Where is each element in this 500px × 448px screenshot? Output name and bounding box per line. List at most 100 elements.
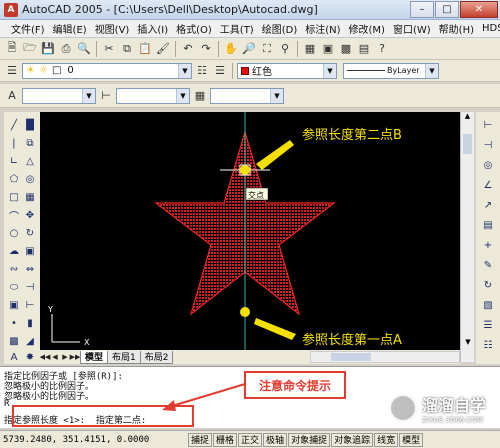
copy-icon[interactable]: ⧉	[119, 41, 135, 57]
menu-help[interactable]: 帮助(H)	[435, 21, 478, 36]
zoom-previous-icon[interactable]: ⚲	[277, 41, 293, 57]
close-button[interactable]: ✕	[460, 1, 498, 18]
rotate-icon[interactable]: ↻	[23, 226, 37, 240]
dim-style-dropdown[interactable]: ▼	[116, 87, 190, 104]
lineweight-toggle[interactable]: 线宽	[374, 432, 399, 447]
linetype-dropdown[interactable]: ByLayer ▼	[343, 62, 439, 79]
first-tab-icon[interactable]: ◀◀	[40, 351, 51, 363]
extend-icon[interactable]: ⊢	[23, 298, 37, 312]
match-properties-icon[interactable]: 🖌	[155, 41, 171, 57]
break-icon[interactable]: ▮	[23, 316, 37, 330]
dim-style-icon[interactable]: ⊢	[98, 88, 114, 104]
chevron-down-icon[interactable]: ▼	[178, 63, 191, 78]
print-preview-icon[interactable]: 🔍	[76, 41, 92, 57]
zoom-window-icon[interactable]: ⛶	[259, 41, 275, 57]
menu-view[interactable]: 视图(V)	[91, 21, 134, 36]
redo-icon[interactable]: ↷	[198, 41, 214, 57]
circle-icon[interactable]: ○	[7, 226, 21, 240]
zoom-realtime-icon[interactable]: 🔎	[241, 41, 257, 57]
menu-edit[interactable]: 编辑(E)	[49, 21, 91, 36]
center-mark-icon[interactable]: +	[481, 238, 495, 252]
snap-toggle[interactable]: 捕捉	[188, 432, 213, 447]
tab-model[interactable]: 模型	[80, 350, 109, 364]
new-file-icon[interactable]: 🗎	[4, 41, 20, 57]
paste-icon[interactable]: 📋	[137, 41, 153, 57]
reference-point-a[interactable]	[240, 307, 250, 317]
menu-draw[interactable]: 绘图(D)	[258, 21, 302, 36]
dim-radius-icon[interactable]: ◎	[481, 158, 495, 172]
menu-file[interactable]: 文件(F)	[7, 21, 49, 36]
layer-previous-icon[interactable]: ☰	[212, 63, 228, 79]
baseline-dim-icon[interactable]: ☰	[481, 318, 495, 332]
quick-dim-icon[interactable]: ▧	[481, 298, 495, 312]
chevron-down-icon[interactable]: ▼	[82, 88, 95, 103]
menu-tools[interactable]: 工具(T)	[216, 21, 258, 36]
layer-dropdown[interactable]: ☀ ☼ □ 0 ▼	[22, 62, 192, 79]
scroll-thumb[interactable]	[463, 134, 472, 154]
otrack-toggle[interactable]: 对象追踪	[331, 432, 374, 447]
chevron-down-icon[interactable]: ▼	[176, 88, 189, 103]
explode-icon[interactable]: ✸	[23, 350, 37, 364]
menu-dimension[interactable]: 标注(N)	[301, 21, 344, 36]
mirror-icon[interactable]: △	[23, 154, 37, 168]
dim-angular-icon[interactable]: ∠	[481, 178, 495, 192]
chevron-down-icon[interactable]: ▼	[425, 63, 438, 78]
menu-window[interactable]: 窗口(W)	[389, 21, 435, 36]
autocad-app-icon[interactable]: A	[4, 2, 18, 17]
reference-point-b[interactable]	[240, 165, 250, 175]
chamfer-icon[interactable]: ◢	[23, 334, 37, 348]
help-icon[interactable]: ?	[374, 41, 390, 57]
tab-layout1[interactable]: 布局1	[107, 350, 141, 364]
tolerance-icon[interactable]: ▤	[481, 218, 495, 232]
undo-icon[interactable]: ↶	[180, 41, 196, 57]
dim-aligned-icon[interactable]: ⊣	[481, 138, 495, 152]
dim-linear-icon[interactable]: ⊢	[481, 118, 495, 132]
ortho-toggle[interactable]: 正交	[238, 432, 263, 447]
tool-palettes-icon[interactable]: ▩	[338, 41, 354, 57]
revision-cloud-icon[interactable]: ☁	[7, 244, 21, 258]
tab-layout2[interactable]: 布局2	[139, 350, 174, 364]
print-icon[interactable]: ⎙	[58, 41, 74, 57]
leader-icon[interactable]: ↗	[481, 198, 495, 212]
table-style-dropdown[interactable]: ▼	[210, 87, 284, 104]
properties-icon[interactable]: ▦	[302, 41, 318, 57]
table-style-icon[interactable]: ▦	[192, 88, 208, 104]
dim-update-icon[interactable]: ↻	[481, 278, 495, 292]
trim-icon[interactable]: ⊣	[23, 280, 37, 294]
dim-edit-icon[interactable]: ✎	[481, 258, 495, 272]
pan-icon[interactable]: ✋	[223, 41, 239, 57]
make-object-layer-current-icon[interactable]: ☷	[194, 63, 210, 79]
scroll-thumb[interactable]	[331, 353, 371, 361]
menu-modify[interactable]: 修改(M)	[345, 21, 389, 36]
offset-icon[interactable]: ◎	[23, 172, 37, 186]
ellipse-icon[interactable]: ⬭	[7, 280, 21, 294]
maximize-button[interactable]: □	[435, 1, 459, 18]
line-icon[interactable]: ╱	[7, 118, 21, 132]
polyline-icon[interactable]: ∟	[7, 154, 21, 168]
point-icon[interactable]: •	[7, 316, 21, 330]
construction-line-icon[interactable]: ❘	[7, 136, 21, 150]
text-style-dropdown[interactable]: ▼	[22, 87, 96, 104]
color-dropdown[interactable]: 红色 ▼	[237, 62, 337, 79]
calculator-icon[interactable]: ▤	[356, 41, 372, 57]
chevron-down-icon[interactable]: ▼	[323, 63, 336, 78]
continue-dim-icon[interactable]: ☷	[481, 338, 495, 352]
model-toggle[interactable]: 模型	[399, 432, 424, 447]
open-file-icon[interactable]: 🗁	[22, 41, 38, 57]
layer-manager-icon[interactable]: ☰	[4, 63, 20, 79]
prev-tab-icon[interactable]: ◀	[50, 351, 60, 363]
hatch-icon[interactable]: ▩	[7, 334, 21, 348]
osnap-toggle[interactable]: 对象捕捉	[288, 432, 331, 447]
stretch-icon[interactable]: ⇔	[23, 262, 37, 276]
menu-format[interactable]: 格式(O)	[172, 21, 216, 36]
vertical-scrollbar[interactable]: ▲ ▼	[460, 112, 474, 362]
polar-toggle[interactable]: 极轴	[263, 432, 288, 447]
menu-hdshm[interactable]: HDSHM	[478, 23, 500, 34]
arc-icon[interactable]: ⌒	[7, 208, 21, 223]
rectangle-icon[interactable]: □	[7, 190, 21, 204]
insert-block-icon[interactable]: ▣	[7, 298, 21, 312]
move-icon[interactable]: ✥	[23, 208, 37, 222]
copy-object-icon[interactable]: ⧉	[23, 136, 37, 150]
text-style-icon[interactable]: A	[4, 88, 20, 104]
next-tab-icon[interactable]: ▶	[60, 351, 70, 363]
